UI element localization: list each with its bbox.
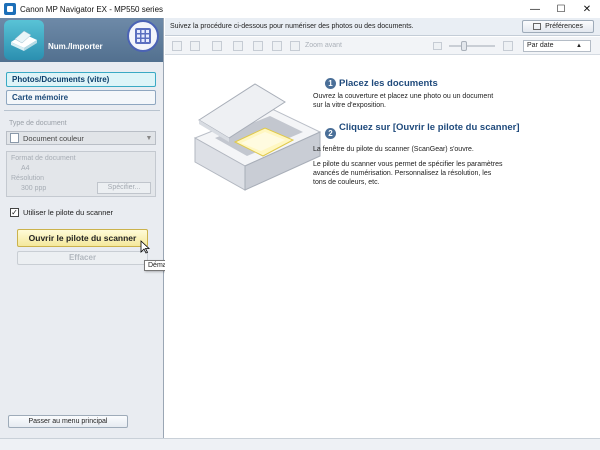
rotate-right-icon[interactable]: [253, 41, 263, 51]
resolution-value: 300 ppp: [21, 185, 47, 192]
open-scanner-driver-button[interactable]: Ouvrir le pilote du scanner: [17, 229, 148, 247]
resolution-label: Résolution: [11, 175, 45, 182]
preferences-button[interactable]: Préférences: [522, 20, 594, 33]
doc-type-value: Document couleur: [23, 133, 84, 143]
menu-grid-icon[interactable]: [127, 20, 159, 52]
sort-value: Par date: [527, 42, 554, 49]
nav-memory-card[interactable]: Carte mémoire: [6, 90, 156, 105]
chevron-down-icon: ▼: [145, 134, 153, 142]
step-1-title: Placez les documents: [339, 78, 438, 89]
doc-format-label: Format de document: [11, 155, 76, 162]
grid-view-icon[interactable]: [190, 41, 200, 51]
scan-settings-group: Format de document A4 Résolution 300 ppp…: [6, 151, 156, 197]
status-bar: [0, 438, 600, 450]
doc-format-value: A4: [21, 165, 30, 172]
small-thumbnail-icon[interactable]: [433, 42, 442, 50]
clear-button[interactable]: Effacer: [17, 251, 148, 265]
window-title: Canon MP Navigator EX - MP550 series: [20, 4, 164, 14]
mode-banner: Num./Importer: [0, 18, 163, 62]
preferences-icon: [533, 23, 542, 30]
main-area: Suivez la procédure ci-dessous pour numé…: [165, 18, 600, 438]
banner-label: Num./Importer: [48, 42, 103, 51]
scan-mode-icon[interactable]: [4, 20, 44, 60]
sort-select[interactable]: Par date ▲: [523, 40, 591, 52]
large-thumbnail-icon[interactable]: [503, 41, 513, 51]
thumbnail-size-slider[interactable]: [449, 45, 495, 47]
sort-arrow-icon: ▲: [576, 43, 582, 49]
zoom-in-label: Zoom avant: [305, 42, 342, 49]
info-text: Suivez la procédure ci-dessous pour numé…: [170, 23, 414, 30]
divider: [4, 110, 160, 111]
info-bar: Suivez la procédure ci-dessous pour numé…: [165, 18, 600, 36]
select-all-icon[interactable]: [172, 41, 182, 51]
use-driver-label: Utiliser le pilote du scanner: [23, 208, 114, 217]
zoom-in-icon[interactable]: [290, 41, 300, 51]
step-2-title: Cliquez sur [Ouvrir le pilote du scanner…: [339, 122, 520, 133]
use-driver-checkbox[interactable]: ✓: [10, 208, 19, 217]
preferences-label: Préférences: [545, 23, 583, 30]
maximize-button[interactable]: ☐: [548, 0, 574, 18]
rotate-left-icon[interactable]: [233, 41, 243, 51]
mouse-cursor-icon: [140, 240, 150, 254]
main-menu-button[interactable]: Passer au menu principal: [8, 415, 128, 428]
specify-button[interactable]: Spécifier...: [97, 182, 151, 194]
step-2-number: 2: [325, 128, 336, 139]
copy-icon[interactable]: [212, 41, 222, 51]
window-controls: — ☐ ✕: [522, 0, 600, 18]
doc-type-select[interactable]: Document couleur ▼: [6, 131, 156, 145]
document-icon: [10, 133, 19, 143]
step-1-number: 1: [325, 78, 336, 89]
sidebar: Num./Importer Photos/Documents (vitre) C…: [0, 18, 164, 438]
close-button[interactable]: ✕: [574, 0, 600, 18]
app-icon: [4, 3, 16, 15]
minimize-button[interactable]: —: [522, 0, 548, 18]
slider-handle[interactable]: [461, 41, 467, 51]
scanner-illustration: [193, 83, 322, 191]
crop-icon[interactable]: [272, 41, 282, 51]
use-driver-row[interactable]: ✓ Utiliser le pilote du scanner: [10, 208, 113, 217]
doc-type-label: Type de document: [9, 120, 67, 127]
step-1-description: Ouvrez la couverture et placez une photo…: [313, 93, 494, 109]
step-2-detail: Le pilote du scanner vous permet de spéc…: [313, 161, 503, 186]
toolbar: Zoom avant Par date ▲: [165, 37, 600, 55]
title-bar: Canon MP Navigator EX - MP550 series — ☐…: [0, 0, 600, 18]
step-2-description: La fenêtre du pilote du scanner (ScanGea…: [313, 146, 474, 153]
nav-photos-documents[interactable]: Photos/Documents (vitre): [6, 72, 156, 87]
